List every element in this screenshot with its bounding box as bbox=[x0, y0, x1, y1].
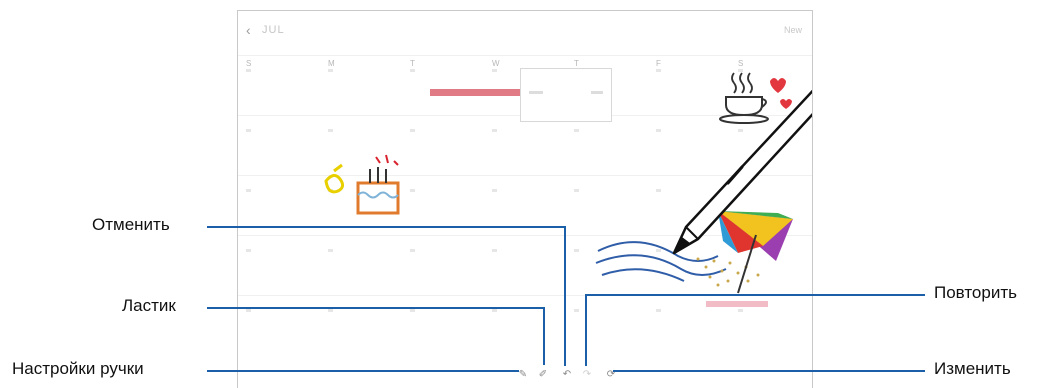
day-number-placeholder bbox=[574, 189, 579, 192]
day-number-placeholder bbox=[574, 249, 579, 252]
callout-line-eraser bbox=[207, 307, 544, 309]
day-number-placeholder bbox=[246, 189, 251, 192]
calendar-header: ‹ JUL New bbox=[238, 11, 812, 51]
calendar-day-cell[interactable] bbox=[402, 235, 484, 295]
calendar-day-cell[interactable] bbox=[484, 115, 566, 175]
eraser-icon[interactable]: ✐ bbox=[536, 368, 550, 382]
callout-line-edit bbox=[613, 370, 925, 372]
calendar-day-cell[interactable] bbox=[238, 295, 320, 355]
calendar-day-cell[interactable] bbox=[484, 295, 566, 355]
day-number-placeholder bbox=[328, 249, 333, 252]
calendar-day-cell[interactable] bbox=[320, 235, 402, 295]
callout-line-undo-v bbox=[564, 226, 566, 366]
day-number-placeholder bbox=[574, 129, 579, 132]
label-undo: Отменить bbox=[92, 215, 170, 234]
day-number-placeholder bbox=[492, 249, 497, 252]
calendar-day-cell[interactable] bbox=[238, 235, 320, 295]
calendar-day-cell[interactable]: T bbox=[402, 55, 484, 115]
back-button[interactable]: ‹ bbox=[246, 22, 251, 38]
weekday-label: M bbox=[328, 59, 335, 68]
day-number-placeholder bbox=[492, 69, 497, 72]
calendar-day-cell[interactable] bbox=[238, 115, 320, 175]
redo-icon[interactable]: ↷ bbox=[580, 368, 594, 382]
callout-line-undo bbox=[207, 226, 565, 228]
cake-drawing bbox=[324, 154, 400, 215]
undo-icon[interactable]: ↶ bbox=[560, 368, 574, 382]
calendar-day-cell[interactable]: S bbox=[238, 55, 320, 115]
day-number-placeholder bbox=[574, 309, 579, 312]
day-number-placeholder bbox=[492, 129, 497, 132]
label-redo: Повторить bbox=[934, 283, 1017, 302]
callout-line-eraser-v bbox=[543, 307, 545, 365]
day-number-placeholder bbox=[246, 309, 251, 312]
day-number-placeholder bbox=[328, 69, 333, 72]
calendar-day-cell[interactable] bbox=[402, 295, 484, 355]
new-event-button[interactable]: New bbox=[784, 25, 802, 35]
day-number-placeholder bbox=[246, 129, 251, 132]
label-pen-settings: Настройки ручки bbox=[12, 359, 144, 378]
day-number-placeholder bbox=[246, 249, 251, 252]
calendar-day-cell[interactable] bbox=[320, 295, 402, 355]
day-number-placeholder bbox=[328, 309, 333, 312]
calendar-day-cell[interactable] bbox=[484, 235, 566, 295]
calendar-day-cell[interactable] bbox=[566, 115, 648, 175]
label-eraser: Ластик bbox=[122, 296, 176, 315]
day-number-placeholder bbox=[492, 309, 497, 312]
event-popup[interactable] bbox=[520, 68, 612, 122]
s-pen-illustration bbox=[672, 89, 812, 255]
weekday-label: W bbox=[492, 59, 500, 68]
callout-line-redo bbox=[585, 294, 925, 296]
month-title[interactable]: JUL bbox=[262, 24, 285, 36]
weekday-label: T bbox=[410, 59, 415, 68]
callout-line-pen bbox=[207, 370, 519, 372]
day-number-placeholder bbox=[410, 69, 415, 72]
event-bar[interactable] bbox=[430, 89, 520, 96]
callout-line-redo-v bbox=[585, 294, 587, 366]
calendar-day-cell[interactable]: M bbox=[320, 55, 402, 115]
calendar-screen: ‹ JUL New SMTWTFS ✎ ✐ ↶ ↷ ⟳ bbox=[237, 10, 813, 388]
day-number-placeholder bbox=[410, 249, 415, 252]
day-number-placeholder bbox=[492, 189, 497, 192]
day-number-placeholder bbox=[328, 129, 333, 132]
weekday-label: S bbox=[246, 59, 252, 68]
day-number-placeholder bbox=[410, 309, 415, 312]
day-number-placeholder bbox=[246, 69, 251, 72]
label-edit: Изменить bbox=[934, 359, 1011, 378]
day-number-placeholder bbox=[410, 129, 415, 132]
weekday-label: T bbox=[574, 59, 579, 68]
